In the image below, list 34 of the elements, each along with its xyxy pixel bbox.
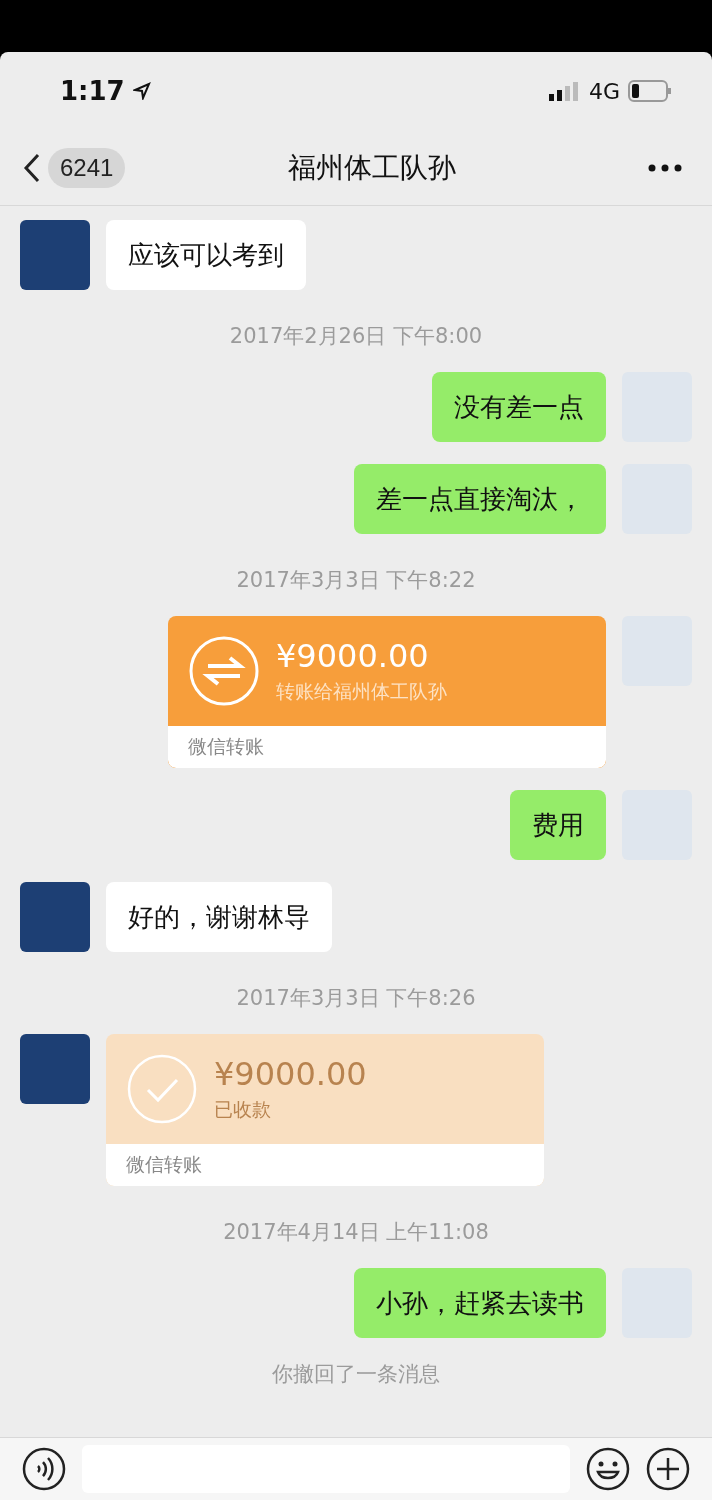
signal-icon	[548, 81, 581, 101]
timestamp: 2017年3月3日 下午8:22	[236, 567, 476, 594]
timestamp: 2017年2月26日 下午8:00	[229, 323, 483, 350]
message-bubble: 没有差一点	[432, 372, 606, 442]
message-bubble: 好的，谢谢林导	[106, 882, 332, 952]
recall-notice: 你撤回了一条消息	[272, 1361, 440, 1388]
transfer-note: 已收款	[214, 1097, 272, 1122]
transfer-footer: 微信转账	[168, 726, 606, 768]
transfer-footer: 微信转账	[106, 1144, 544, 1186]
check-circle-icon	[126, 1053, 198, 1125]
message-bubble: 应该可以考到	[106, 220, 306, 290]
voice-icon[interactable]	[22, 1447, 66, 1491]
transfer-arrows-icon	[188, 635, 260, 707]
battery-icon	[628, 80, 672, 102]
message-bubble: 费用	[510, 790, 606, 860]
chat-title: 福州体工队孙	[286, 149, 457, 186]
timestamp: 2017年3月3日 下午8:26	[236, 985, 476, 1012]
status-time: 1:17	[60, 76, 125, 106]
add-icon[interactable]	[646, 1447, 690, 1491]
avatar-photo-placeholder[interactable]	[20, 1034, 90, 1104]
location-arrow-icon	[132, 82, 151, 100]
message-bubble: 差一点直接淘汰，	[354, 464, 606, 534]
transfer-amount: ¥9000.00	[276, 637, 430, 675]
timestamp: 2017年4月14日 上午11:08	[223, 1219, 489, 1246]
avatar-photo-placeholder[interactable]	[20, 882, 90, 952]
avatar-photo-placeholder[interactable]	[20, 220, 90, 290]
message-bubble: 小孙，赶紧去读书	[354, 1268, 606, 1338]
network-label: 4G	[588, 78, 620, 104]
transfer-note: 转账给福州体工队孙	[276, 679, 447, 704]
transfer-amount: ¥9000.00	[214, 1055, 367, 1093]
emoji-icon[interactable]	[586, 1447, 630, 1491]
back-icon	[22, 152, 42, 183]
transfer-card[interactable]: ¥9000.00 转账给福州体工队孙 微信转账	[168, 616, 606, 768]
transfer-card[interactable]: ¥9000.00 已收款 微信转账	[106, 1034, 544, 1186]
